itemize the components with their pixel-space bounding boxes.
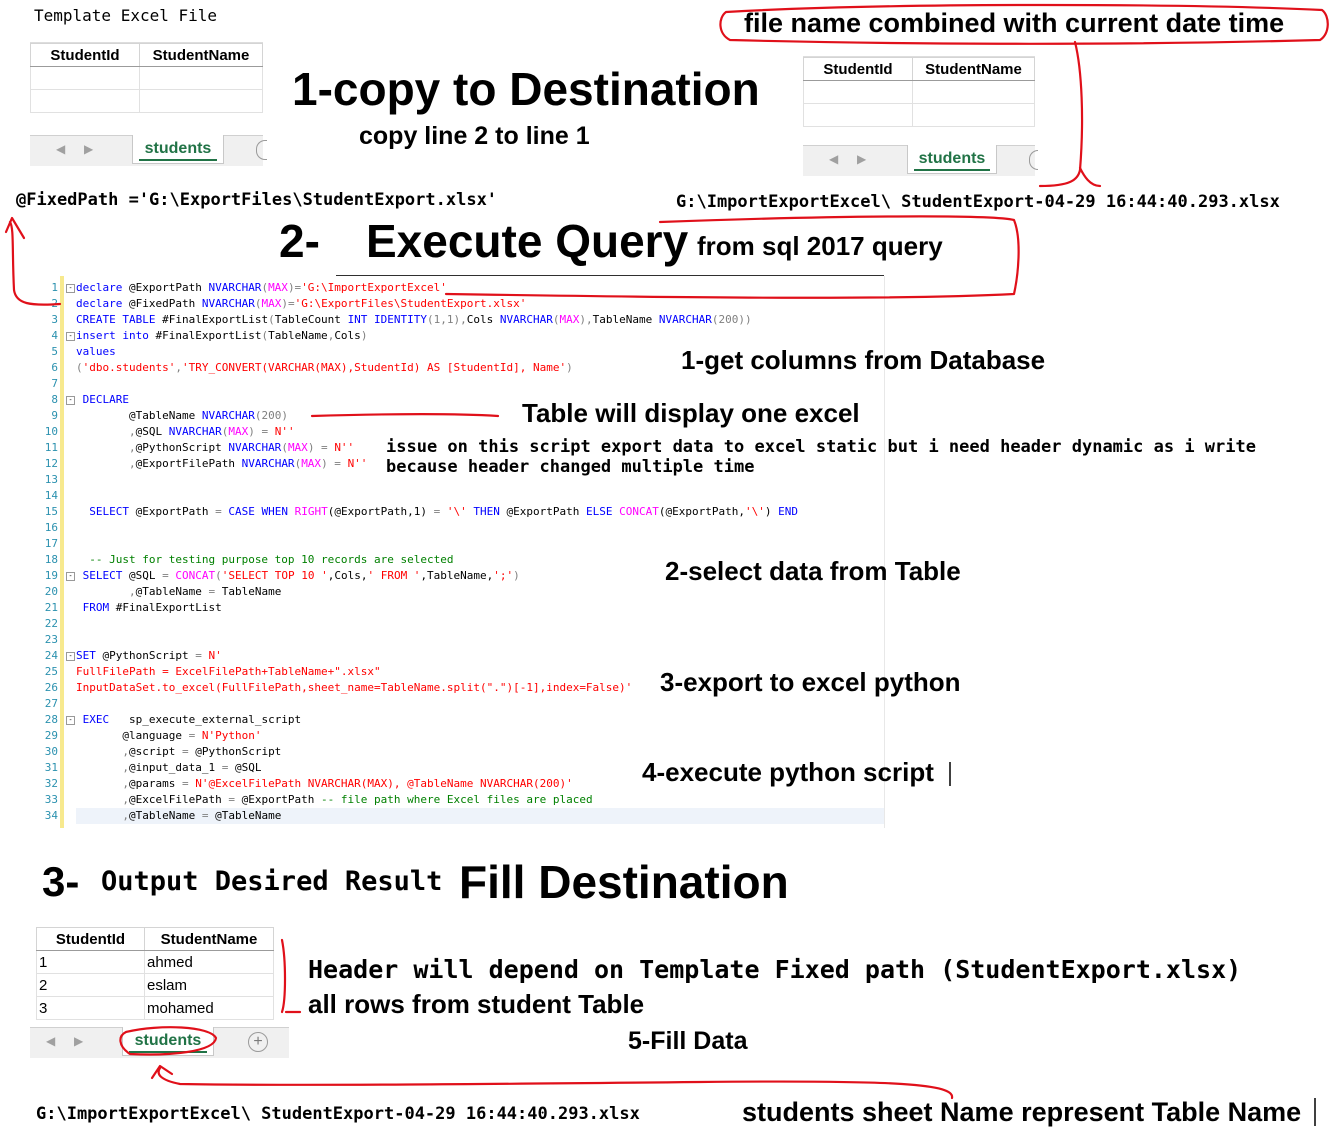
callout-outline: [719, 3, 1329, 45]
students-tab-circle: [119, 1026, 218, 1056]
callout-connector: [1038, 40, 1084, 188]
red-annotation-strokes: [4, 3, 1329, 1126]
sheet-name-connector: [157, 1066, 954, 1100]
callout-arrow-line: [1078, 166, 1102, 188]
execute-query-box: [444, 215, 1020, 299]
fixed-path-bracket: [8, 220, 62, 306]
fixed-path-arrow: [4, 216, 26, 240]
rows-bracket: [280, 938, 287, 1014]
table-display-line: [310, 413, 500, 418]
